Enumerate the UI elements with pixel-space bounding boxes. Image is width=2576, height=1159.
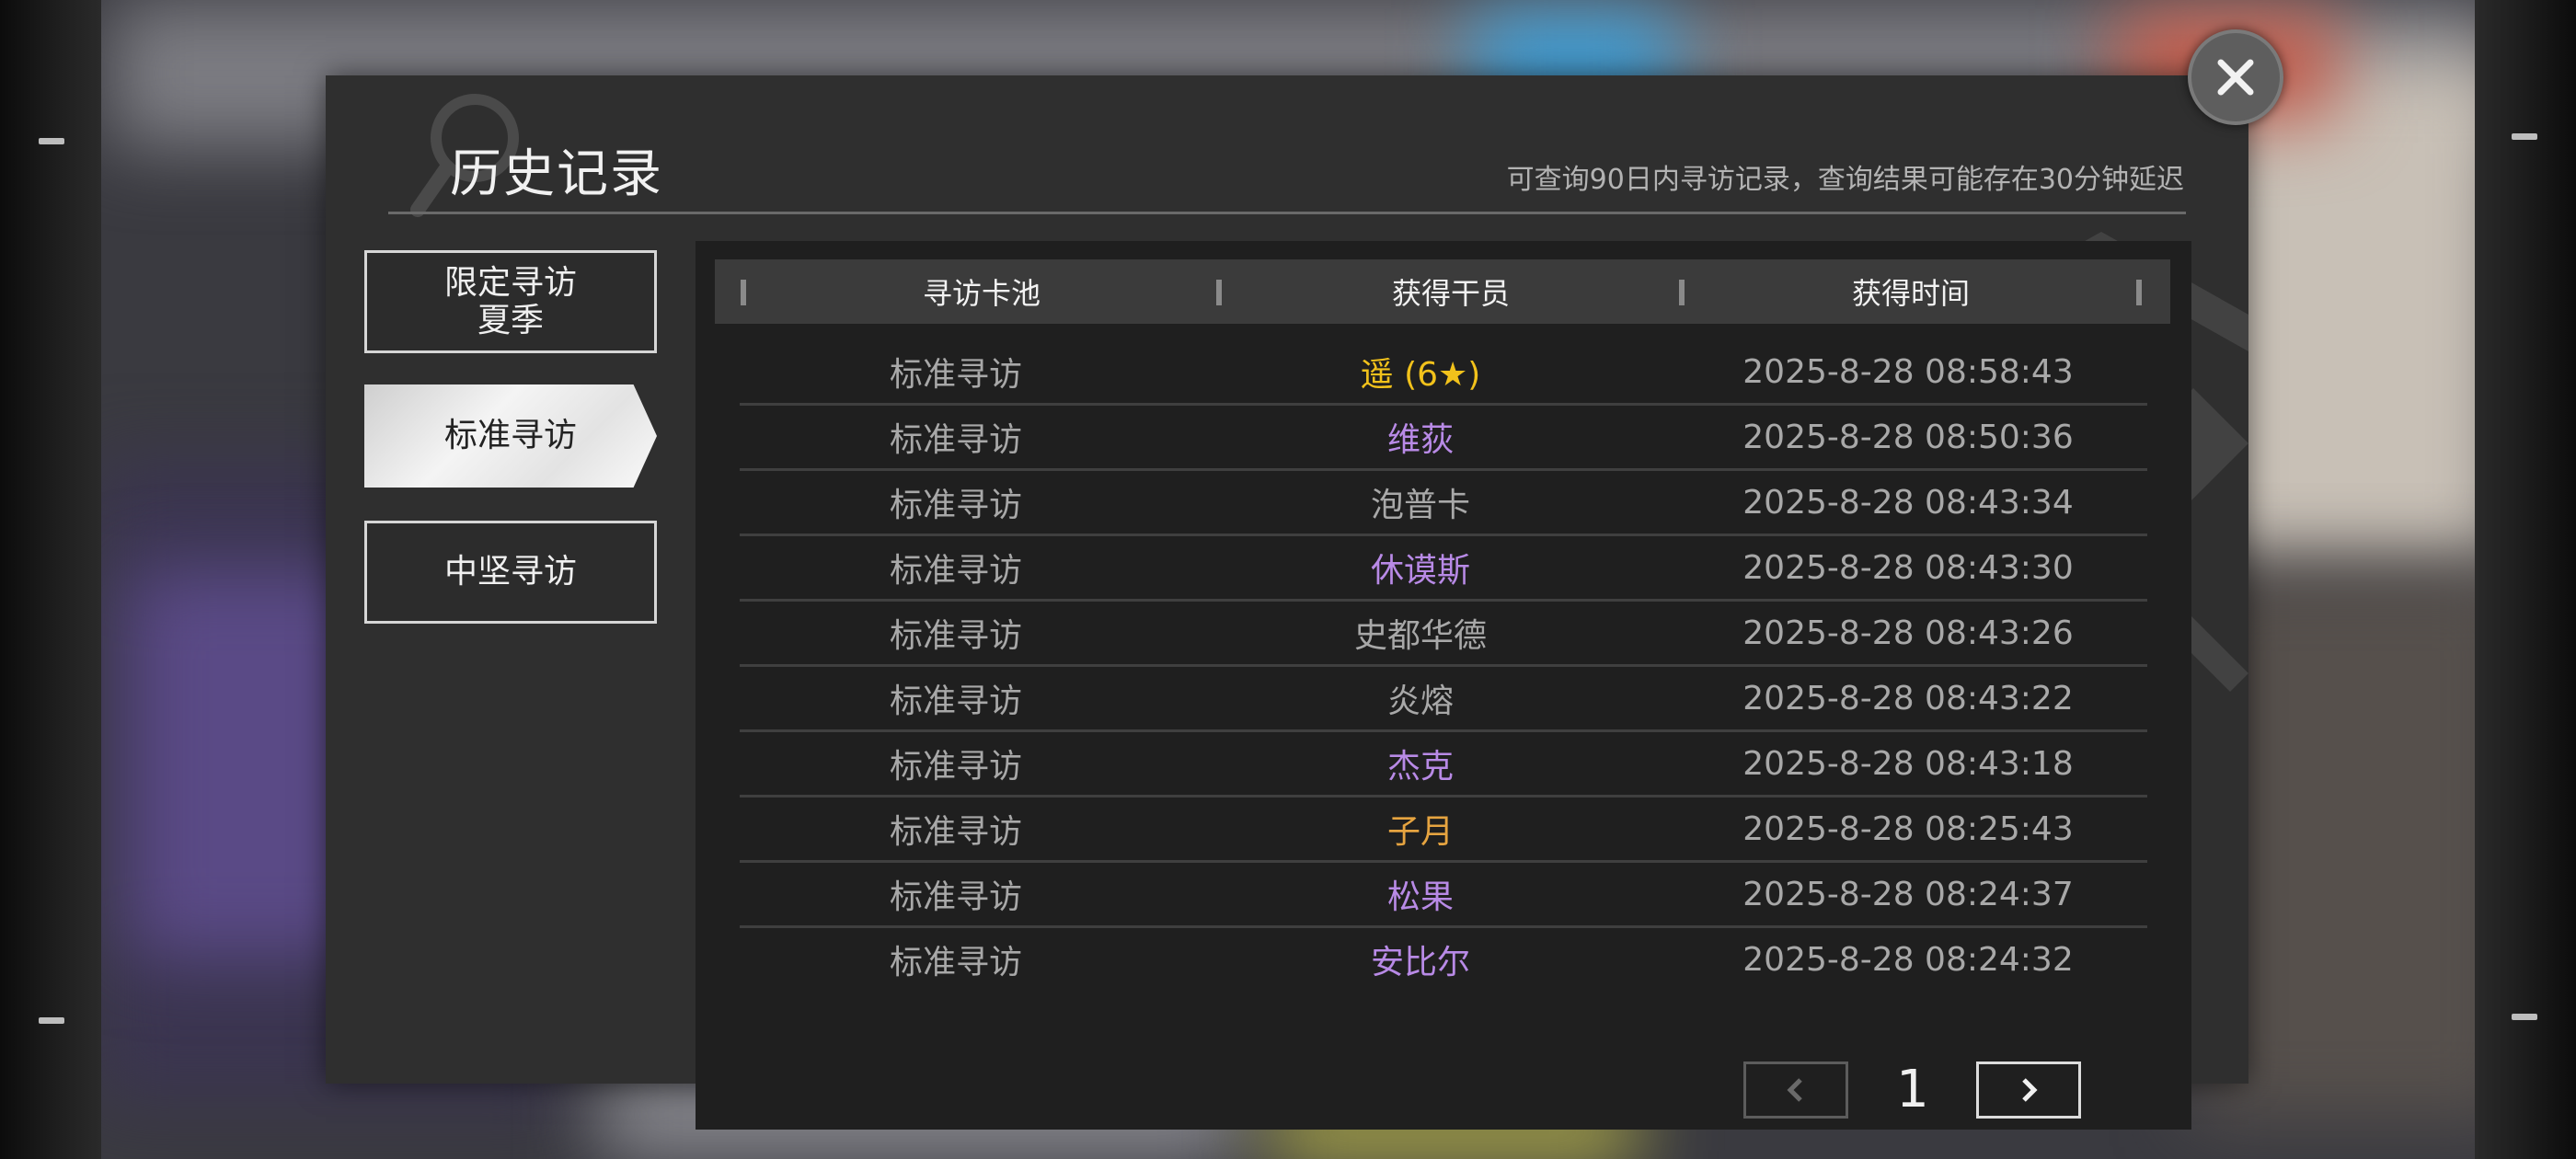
cell-time: 2025-8-28 08:25:43 bbox=[1742, 809, 2074, 848]
header-pool: 寻访卡池 bbox=[922, 276, 1041, 311]
cell-pool: 标准寻访 bbox=[889, 421, 1022, 459]
history-rows: 标准寻访遥 (6★) 2025-8-28 08:58:43 标准寻访 维荻 2025-8… bbox=[740, 340, 2147, 991]
cell-operator: 子月 bbox=[1386, 813, 1454, 851]
table-row: 标准寻访 杰克 2025-8-28 08:43:18 bbox=[740, 732, 2147, 798]
table-row: 标准寻访 安比尔 2025-8-28 08:24:32 bbox=[740, 928, 2147, 991]
cell-time: 2025-8-28 08:43:18 bbox=[1742, 744, 2074, 783]
dialog-title: 历史记录 bbox=[450, 144, 663, 204]
table-row: 标准寻访 维荻 2025-8-28 08:50:36 bbox=[740, 406, 2147, 471]
cell-operator: 松果 bbox=[1386, 878, 1454, 916]
tab-veteran-label: 中坚寻访 bbox=[443, 553, 577, 591]
table-row: 标准寻访 松果 2025-8-28 08:24:37 bbox=[740, 863, 2147, 928]
cell-pool: 标准寻访 bbox=[889, 748, 1022, 786]
table-header: 寻访卡池 获得干员 获得时间 bbox=[715, 259, 2170, 324]
left-frame bbox=[0, 0, 101, 1159]
history-table-panel: 寻访卡池 获得干员 获得时间 标准寻访 遥 (6★) 2025-8-28 08:58… bbox=[696, 241, 2191, 1130]
cell-time: 2025-8-28 08:58:43 bbox=[1742, 352, 2074, 391]
table-row: 标准寻访 遥 (6★) 2025-8-28 08:58:43 bbox=[740, 340, 2147, 406]
cell-operator: 休谟斯 bbox=[1370, 552, 1470, 590]
table-row: 标准寻访 史都华德 2025-8-28 08:43:26 bbox=[740, 602, 2147, 667]
tab-limited-label: 限定寻访 bbox=[443, 263, 577, 302]
cell-time: 2025-8-28 08:24:37 bbox=[1742, 875, 2074, 913]
header-time: 获得时间 bbox=[1851, 276, 1970, 311]
cell-operator: 遥 (6★) bbox=[1360, 356, 1481, 394]
tab-limited-summer[interactable]: 限定寻访 夏季 bbox=[364, 250, 657, 353]
cell-operator: 泡普卡 bbox=[1370, 487, 1470, 524]
header-operator: 获得干员 bbox=[1391, 276, 1510, 311]
cell-pool: 标准寻访 bbox=[889, 813, 1022, 851]
cell-time: 2025-8-28 08:43:30 bbox=[1742, 548, 2074, 587]
tab-standard[interactable]: 标准寻访 bbox=[364, 384, 657, 488]
cell-operator: 杰克 bbox=[1386, 748, 1454, 786]
table-row: 标准寻访 子月 2025-8-28 08:25:43 bbox=[740, 798, 2147, 863]
tab-limited-sublabel: 夏季 bbox=[477, 302, 544, 339]
cell-pool: 标准寻访 bbox=[889, 356, 1022, 394]
close-icon bbox=[2217, 59, 2254, 96]
title-divider bbox=[388, 212, 2186, 214]
tab-standard-label: 标准寻访 bbox=[443, 417, 577, 455]
query-hint-text: 可查询90日内寻访记录，查询结果可能存在30分钟延迟 bbox=[1506, 164, 2184, 196]
cell-operator: 维荻 bbox=[1386, 421, 1454, 459]
page-number: 1 bbox=[1896, 1060, 1929, 1119]
cell-pool: 标准寻访 bbox=[889, 487, 1022, 524]
cell-time: 2025-8-28 08:43:34 bbox=[1742, 483, 2074, 522]
chevron-left-icon bbox=[1787, 1078, 1802, 1102]
cell-time: 2025-8-28 08:50:36 bbox=[1742, 418, 2074, 456]
cell-pool: 标准寻访 bbox=[889, 617, 1022, 655]
cell-pool: 标准寻访 bbox=[889, 683, 1022, 720]
cell-operator: 安比尔 bbox=[1370, 944, 1470, 981]
close-button[interactable] bbox=[2188, 29, 2283, 125]
history-dialog: 历史记录 可查询90日内寻访记录，查询结果可能存在30分钟延迟 限定寻访 夏季 … bbox=[326, 75, 2248, 1130]
cell-operator: 史都华德 bbox=[1353, 617, 1487, 655]
tab-veteran[interactable]: 中坚寻访 bbox=[364, 521, 657, 624]
table-row: 标准寻访 炎熔 2025-8-28 08:43:22 bbox=[740, 667, 2147, 732]
cell-pool: 标准寻访 bbox=[889, 944, 1022, 981]
cell-operator: 炎熔 bbox=[1386, 683, 1454, 720]
prev-page-button[interactable] bbox=[1743, 1061, 1848, 1119]
cell-time: 2025-8-28 08:24:32 bbox=[1742, 940, 2074, 979]
table-row: 标准寻访 泡普卡 2025-8-28 08:43:34 bbox=[740, 471, 2147, 536]
chevron-right-icon bbox=[2022, 1078, 2038, 1102]
right-frame bbox=[2475, 0, 2576, 1159]
cell-time: 2025-8-28 08:43:22 bbox=[1742, 679, 2074, 717]
next-page-button[interactable] bbox=[1976, 1061, 2081, 1119]
table-row: 标准寻访 休谟斯 2025-8-28 08:43:30 bbox=[740, 536, 2147, 602]
cell-time: 2025-8-28 08:43:26 bbox=[1742, 614, 2074, 652]
cell-pool: 标准寻访 bbox=[889, 552, 1022, 590]
cell-pool: 标准寻访 bbox=[889, 878, 1022, 916]
